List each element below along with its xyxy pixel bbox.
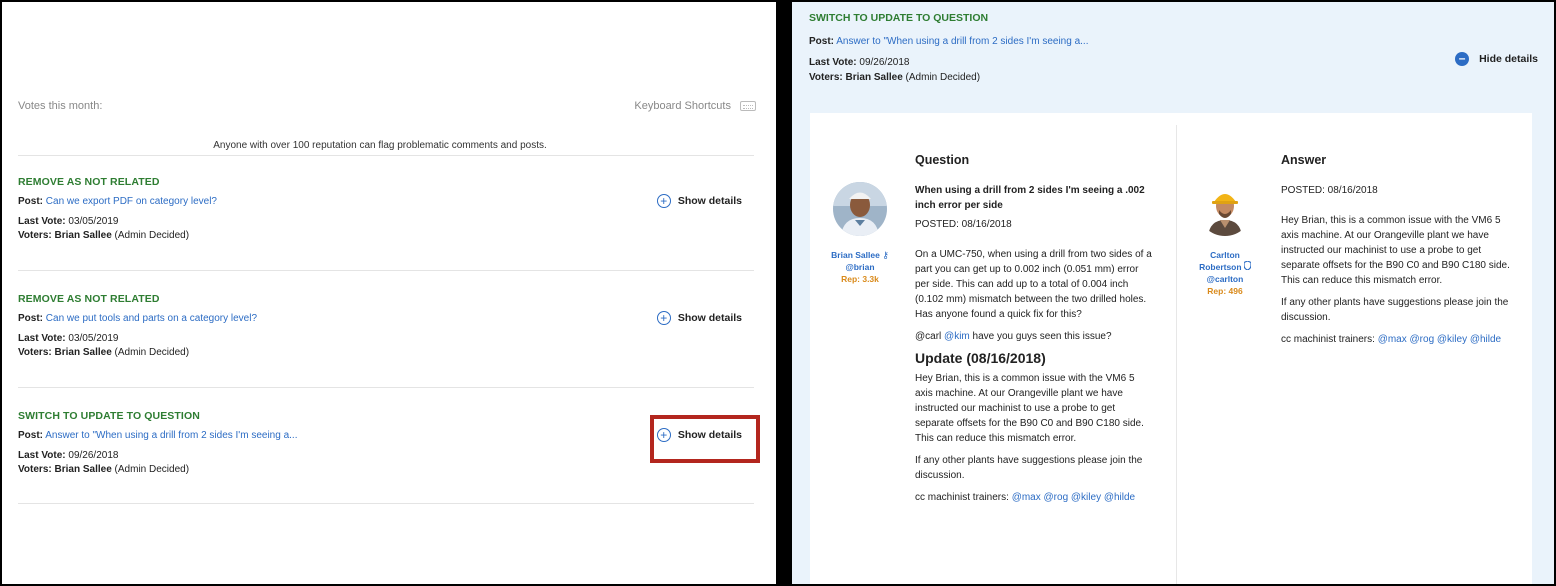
author-handle-link[interactable]: @carlton bbox=[1193, 273, 1257, 285]
divider bbox=[18, 270, 754, 271]
review-post: Post: Can we export PDF on category leve… bbox=[18, 196, 217, 207]
minus-circle-icon: – bbox=[1455, 52, 1470, 66]
answer-heading: Answer bbox=[1281, 153, 1327, 167]
last-vote: Last Vote: 09/26/2018 bbox=[809, 57, 910, 68]
review-type: REMOVE AS NOT RELATED bbox=[18, 176, 160, 188]
update-text: Hey Brian, this is a common issue with t… bbox=[915, 373, 1144, 444]
review-item: SWITCH TO UPDATE TO QUESTION Post: Answe… bbox=[18, 410, 754, 510]
person-photo-icon bbox=[833, 182, 887, 236]
answer-join-text: If any other plants have suggestions ple… bbox=[1281, 297, 1509, 323]
key-icon: ⚷ bbox=[882, 250, 889, 260]
answer-text: Hey Brian, this is a common issue with t… bbox=[1281, 215, 1510, 286]
author-name-link[interactable]: Robertson bbox=[1199, 262, 1242, 272]
voters: Voters: Brian Sallee (Admin Decided) bbox=[18, 230, 190, 241]
voters: Voters: Brian Sallee (Admin Decided) bbox=[809, 72, 981, 83]
answer-body: POSTED: 08/16/2018 Hey Brian, this is a … bbox=[1281, 183, 1517, 354]
question-posted: POSTED: 08/16/2018 bbox=[915, 219, 1012, 230]
flag-note: Anyone with over 100 reputation can flag… bbox=[213, 140, 547, 151]
review-type: REMOVE AS NOT RELATED bbox=[18, 293, 160, 305]
person-photo-icon bbox=[1198, 182, 1252, 236]
post-link[interactable]: Answer to "When using a drill from 2 sid… bbox=[836, 36, 1088, 47]
answer-posted: POSTED: 08/16/2018 bbox=[1281, 185, 1378, 196]
review-summary: SWITCH TO UPDATE TO QUESTION Post: Answe… bbox=[792, 2, 1554, 102]
avatar-brian[interactable] bbox=[833, 182, 887, 236]
flag-queue-panel: Votes this month: Keyboard Shortcuts Any… bbox=[2, 2, 776, 584]
last-vote: Last Vote: 09/26/2018 bbox=[18, 450, 119, 461]
update-join-text: If any other plants have suggestions ple… bbox=[915, 455, 1143, 481]
divider bbox=[18, 155, 754, 156]
review-item: REMOVE AS NOT RELATED Post: Can we expor… bbox=[18, 176, 754, 276]
avatar-carlton[interactable] bbox=[1198, 182, 1252, 236]
update-cc: cc machinist trainers: @max @rog @kiley … bbox=[915, 492, 1136, 503]
show-details-button[interactable]: + Show details bbox=[656, 194, 742, 208]
details-area: Question Brian Sallee ⚷ @brian Rep: 3.3k… bbox=[792, 102, 1554, 584]
plus-circle-icon: + bbox=[656, 311, 671, 325]
review-post: Post: Answer to "When using a drill from… bbox=[18, 430, 298, 441]
cc-mention-links[interactable]: @max @rog @kiley @hilde bbox=[1012, 492, 1135, 503]
voters: Voters: Brian Sallee (Admin Decided) bbox=[18, 347, 190, 358]
author-rep: Rep: 3.3k bbox=[841, 274, 879, 284]
plus-circle-icon: + bbox=[656, 194, 671, 208]
column-divider bbox=[1176, 125, 1177, 584]
author-rep: Rep: 496 bbox=[1207, 286, 1243, 296]
divider bbox=[18, 503, 754, 504]
review-type: SWITCH TO UPDATE TO QUESTION bbox=[809, 12, 989, 24]
question-heading: Question bbox=[915, 153, 970, 167]
highlight-box bbox=[650, 415, 760, 463]
cc-mention-links[interactable]: @max @rog @kiley @hilde bbox=[1378, 334, 1501, 345]
details-card: Question Brian Sallee ⚷ @brian Rep: 3.3k… bbox=[810, 113, 1532, 584]
keyboard-shortcuts-link[interactable]: Keyboard Shortcuts bbox=[634, 100, 756, 112]
author-name-link[interactable]: Brian Sallee bbox=[831, 250, 880, 260]
last-vote: Last Vote: 03/05/2019 bbox=[18, 216, 119, 227]
post-link[interactable]: Answer to "When using a drill from 2 sid… bbox=[45, 430, 297, 441]
mention-link[interactable]: @kim bbox=[944, 331, 970, 342]
question-author: Brian Sallee ⚷ @brian Rep: 3.3k bbox=[828, 249, 892, 285]
review-item: REMOVE AS NOT RELATED Post: Can we put t… bbox=[18, 293, 754, 393]
question-text: On a UMC-750, when using a drill from tw… bbox=[915, 249, 1152, 320]
review-type: SWITCH TO UPDATE TO QUESTION bbox=[18, 410, 200, 422]
update-heading: Update (08/16/2018) bbox=[915, 350, 1046, 366]
show-details-button[interactable]: + Show details bbox=[656, 311, 742, 325]
review-post: Post: Answer to "When using a drill from… bbox=[809, 36, 1089, 47]
question-body: When using a drill from 2 sides I'm seei… bbox=[915, 183, 1153, 512]
answer-author: Carlton Robertson @carlton Rep: 496 bbox=[1193, 249, 1257, 297]
post-link[interactable]: Can we put tools and parts on a category… bbox=[46, 313, 257, 324]
author-handle-link[interactable]: @brian bbox=[828, 261, 892, 273]
last-vote: Last Vote: 03/05/2019 bbox=[18, 333, 119, 344]
votes-row: Votes this month: Keyboard Shortcuts bbox=[18, 100, 756, 118]
post-link[interactable]: Can we export PDF on category level? bbox=[46, 196, 217, 207]
answer-cc: cc machinist trainers: @max @rog @kiley … bbox=[1281, 334, 1502, 345]
keyboard-icon bbox=[740, 101, 756, 111]
voters: Voters: Brian Sallee (Admin Decided) bbox=[18, 464, 190, 475]
question-title: When using a drill from 2 sides I'm seei… bbox=[915, 185, 1145, 211]
keyboard-shortcuts-label: Keyboard Shortcuts bbox=[634, 100, 731, 112]
votes-this-month-label: Votes this month: bbox=[18, 100, 103, 112]
expanded-details-panel: SWITCH TO UPDATE TO QUESTION Post: Answe… bbox=[792, 2, 1554, 584]
shield-icon bbox=[1243, 261, 1251, 270]
hide-details-button[interactable]: – Hide details bbox=[1455, 52, 1538, 66]
divider bbox=[18, 387, 754, 388]
question-mentions: @carl @kim have you guys seen this issue… bbox=[915, 331, 1112, 342]
author-name-link[interactable]: Carlton bbox=[1193, 249, 1257, 261]
review-post: Post: Can we put tools and parts on a ca… bbox=[18, 313, 258, 324]
